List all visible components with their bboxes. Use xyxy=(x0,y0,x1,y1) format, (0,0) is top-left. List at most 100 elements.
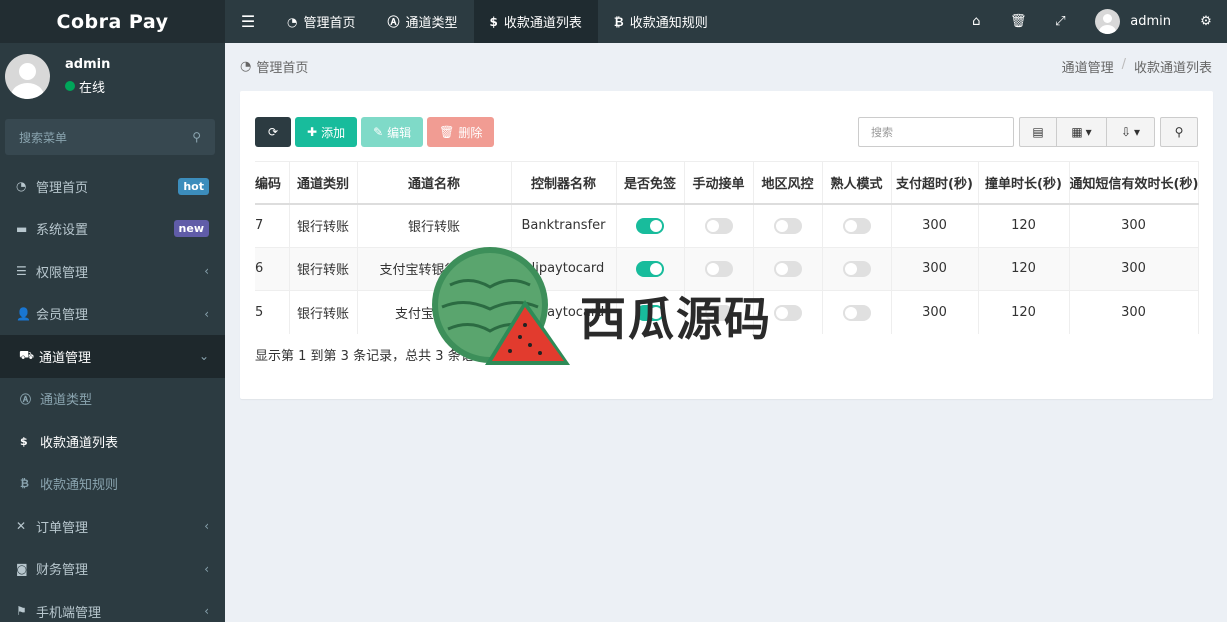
money-icon: $ xyxy=(489,14,498,29)
top-navbar: ☰ ◔ 管理首页 Ⓐ 通道类型 $ 收款通道列表 ₿ 收款通知规则 ⌂ 🗑 ⤢ … xyxy=(225,0,1227,43)
acquaintance-toggle[interactable] xyxy=(842,304,871,321)
content-header: ◔ 管理首页 通道管理 / 收款通道列表 xyxy=(225,43,1227,89)
top-tab-channel-list[interactable]: $ 收款通道列表 xyxy=(473,0,598,43)
gears-icon[interactable]: ⚙ xyxy=(1185,14,1227,29)
add-button[interactable]: ✚ 添加 xyxy=(295,117,358,147)
table-panel: ⟳ ✚ 添加 ✎ 编辑 🗑 删除 搜索 ▤ ▦ ▾ ⇩ ▾ ⚲ 编码 通道类别 … xyxy=(240,91,1213,399)
cell-timeout: 300 xyxy=(891,246,979,291)
sidebar-item-dashboard[interactable]: ◔ 管理首页 hot xyxy=(0,165,225,208)
col-header-controller[interactable]: 控制器名称 xyxy=(511,161,617,205)
breadcrumb-separator: / xyxy=(1121,56,1126,72)
sidebar-item-orders[interactable]: ✕ 订单管理 ‹ xyxy=(0,505,225,548)
breadcrumb: 通道管理 / 收款通道列表 xyxy=(1062,57,1212,76)
sidebar-subitem-channel-type[interactable]: Ⓐ 通道类型 xyxy=(0,377,225,420)
top-tab-dashboard[interactable]: ◔ 管理首页 xyxy=(271,0,372,43)
app-logo[interactable]: Cobra Pay xyxy=(0,0,225,43)
download-icon: ⇩ xyxy=(1120,125,1132,139)
col-header-mianqian[interactable]: 是否免签 xyxy=(616,161,685,205)
channel-table: 编码 通道类别 通道名称 控制器名称 是否免签 手动接单 地区风控 熟人模式 支… xyxy=(255,161,1199,334)
manual-toggle[interactable] xyxy=(704,260,733,277)
table-row[interactable]: 6 银行转账 支付宝转银行卡[加 Alipaytocard 300 120 30… xyxy=(255,246,1199,291)
trash-icon[interactable]: 🗑 xyxy=(997,14,1039,29)
toggle-view-button[interactable]: ▤ xyxy=(1019,117,1057,147)
top-right-tools: ⌂ 🗑 ⤢ admin ⚙ xyxy=(955,0,1227,43)
cell-timeout: 300 xyxy=(891,290,979,334)
sidebar-subitem-notify-rules[interactable]: ₿ 收款通知规则 xyxy=(0,462,225,505)
avatar xyxy=(1095,9,1121,34)
flag-icon: ⚑ xyxy=(16,604,27,619)
search-icon: ⚲ xyxy=(1174,125,1184,139)
user-menu[interactable]: admin xyxy=(1081,9,1185,34)
dashboard-icon: ◔ xyxy=(16,179,27,194)
chevron-left-icon: ‹ xyxy=(204,561,209,576)
cell-id: 5 xyxy=(255,290,290,334)
sidebar-item-finance[interactable]: ◙ 财务管理 ‹ xyxy=(0,548,225,591)
acquaintance-toggle[interactable] xyxy=(842,217,871,234)
cell-sms: 300 xyxy=(1069,203,1199,247)
fullscreen-icon[interactable]: ⤢ xyxy=(1039,14,1081,29)
delete-button[interactable]: 🗑 删除 xyxy=(427,117,495,147)
online-dot-icon xyxy=(65,81,75,91)
export-dropdown[interactable]: ⇩ ▾ xyxy=(1107,117,1155,147)
top-username: admin xyxy=(1130,14,1171,29)
region-toggle[interactable] xyxy=(773,304,802,321)
sidebar-item-permissions[interactable]: ☰ 权限管理 ‹ xyxy=(0,250,225,293)
table-search-input[interactable]: 搜索 xyxy=(858,117,1014,147)
cell-category: 银行转账 xyxy=(289,246,358,291)
sidebar-item-mobile[interactable]: ⚑ 手机端管理 ‹ xyxy=(0,590,225,622)
user-avatar xyxy=(5,53,50,99)
sidebar: admin 在线 搜索菜单 ⚲ ◔ 管理首页 hot ▬ 系统设置 new ☰ … xyxy=(0,43,225,622)
region-toggle[interactable] xyxy=(773,217,802,234)
sidebar-search-input[interactable]: 搜索菜单 ⚲ xyxy=(5,119,215,155)
folder-icon: ▬ xyxy=(16,221,28,236)
table-right-tools: 搜索 ▤ ▦ ▾ ⇩ ▾ ⚲ xyxy=(858,117,1198,147)
mianqian-toggle[interactable] xyxy=(636,260,664,277)
mianqian-toggle[interactable] xyxy=(636,304,664,321)
search-icon[interactable]: ⚲ xyxy=(192,130,201,144)
sidebar-item-settings[interactable]: ▬ 系统设置 new xyxy=(0,208,225,251)
table-row[interactable]: 7 银行转账 银行转账 Banktransfer 300 120 300 xyxy=(255,203,1199,247)
col-header-sms[interactable]: 通知短信有效时长(秒) xyxy=(1069,161,1199,205)
col-header-acquaintance[interactable]: 熟人模式 xyxy=(822,161,892,205)
manual-toggle[interactable] xyxy=(704,304,733,321)
sidebar-toggle-icon[interactable]: ☰ xyxy=(225,0,271,43)
sidebar-item-members[interactable]: 👤 会员管理 ‹ xyxy=(0,293,225,336)
online-status: 在线 xyxy=(65,77,110,96)
top-tab-notify-rules[interactable]: ₿ 收款通知规则 xyxy=(598,0,724,43)
col-header-collision[interactable]: 撞单时长(秒) xyxy=(978,161,1070,205)
refresh-button[interactable]: ⟳ xyxy=(255,117,291,147)
sidebar-item-channels[interactable]: ⛟ 通道管理 ⌄ xyxy=(0,335,225,378)
cell-controller: Alipaytocard xyxy=(511,246,617,291)
table-row[interactable]: 5 银行转账 支付宝转银行 Alipaytocard 300 120 300 xyxy=(255,290,1199,334)
acquaintance-toggle[interactable] xyxy=(842,260,871,277)
breadcrumb-item-channels[interactable]: 通道管理 xyxy=(1062,57,1114,76)
col-header-id[interactable]: 编码 xyxy=(255,161,290,205)
manual-toggle[interactable] xyxy=(704,217,733,234)
cell-id: 7 xyxy=(255,203,290,247)
edit-button[interactable]: ✎ 编辑 xyxy=(361,117,424,147)
mianqian-toggle[interactable] xyxy=(636,217,664,234)
table-header-row: 编码 通道类别 通道名称 控制器名称 是否免签 手动接单 地区风控 熟人模式 支… xyxy=(255,161,1199,205)
top-tab-channel-type[interactable]: Ⓐ 通道类型 xyxy=(372,0,474,43)
hot-badge: hot xyxy=(178,177,209,195)
breadcrumb-item-current: 收款通道列表 xyxy=(1133,60,1212,76)
columns-dropdown[interactable]: ▦ ▾ xyxy=(1057,117,1107,147)
advanced-search-button[interactable]: ⚲ xyxy=(1160,117,1198,147)
col-header-category[interactable]: 通道类别 xyxy=(289,161,358,205)
region-toggle[interactable] xyxy=(773,260,802,277)
col-header-region[interactable]: 地区风控 xyxy=(753,161,823,205)
sidebar-subitem-channel-list[interactable]: $ 收款通道列表 xyxy=(0,420,225,463)
cell-id: 6 xyxy=(255,246,290,291)
list-icon: ☰ xyxy=(16,264,27,279)
chevron-left-icon: ‹ xyxy=(204,519,209,534)
col-header-manual[interactable]: 手动接单 xyxy=(684,161,754,205)
home-icon[interactable]: ⌂ xyxy=(955,14,997,29)
top-nav-tabs: ◔ 管理首页 Ⓐ 通道类型 $ 收款通道列表 ₿ 收款通知规则 xyxy=(271,0,724,43)
trash-icon: 🗑 xyxy=(439,125,455,139)
cell-name: 银行转账 xyxy=(357,203,512,247)
col-header-timeout[interactable]: 支付超时(秒) xyxy=(891,161,979,205)
pencil-icon: ✎ xyxy=(373,125,384,139)
col-header-name[interactable]: 通道名称 xyxy=(357,161,512,205)
cc-icon: ◙ xyxy=(16,561,28,576)
chevron-down-icon: ⌄ xyxy=(198,349,209,364)
